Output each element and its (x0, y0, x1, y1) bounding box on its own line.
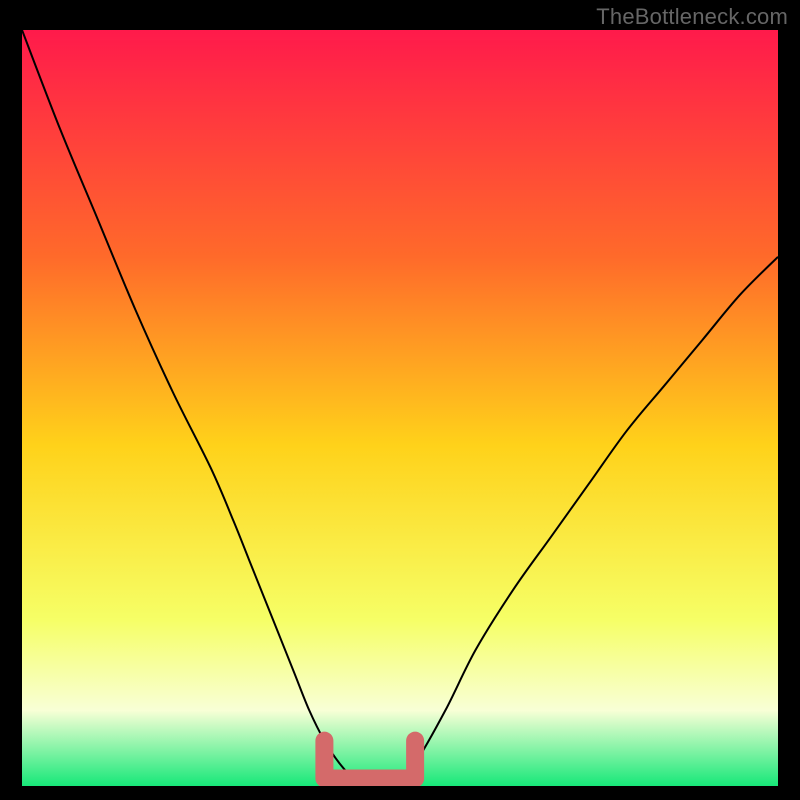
watermark-text: TheBottleneck.com (596, 4, 788, 30)
plot-area (22, 30, 778, 786)
bottleneck-chart (22, 30, 778, 786)
gradient-background (22, 30, 778, 786)
chart-frame: TheBottleneck.com (0, 0, 800, 800)
